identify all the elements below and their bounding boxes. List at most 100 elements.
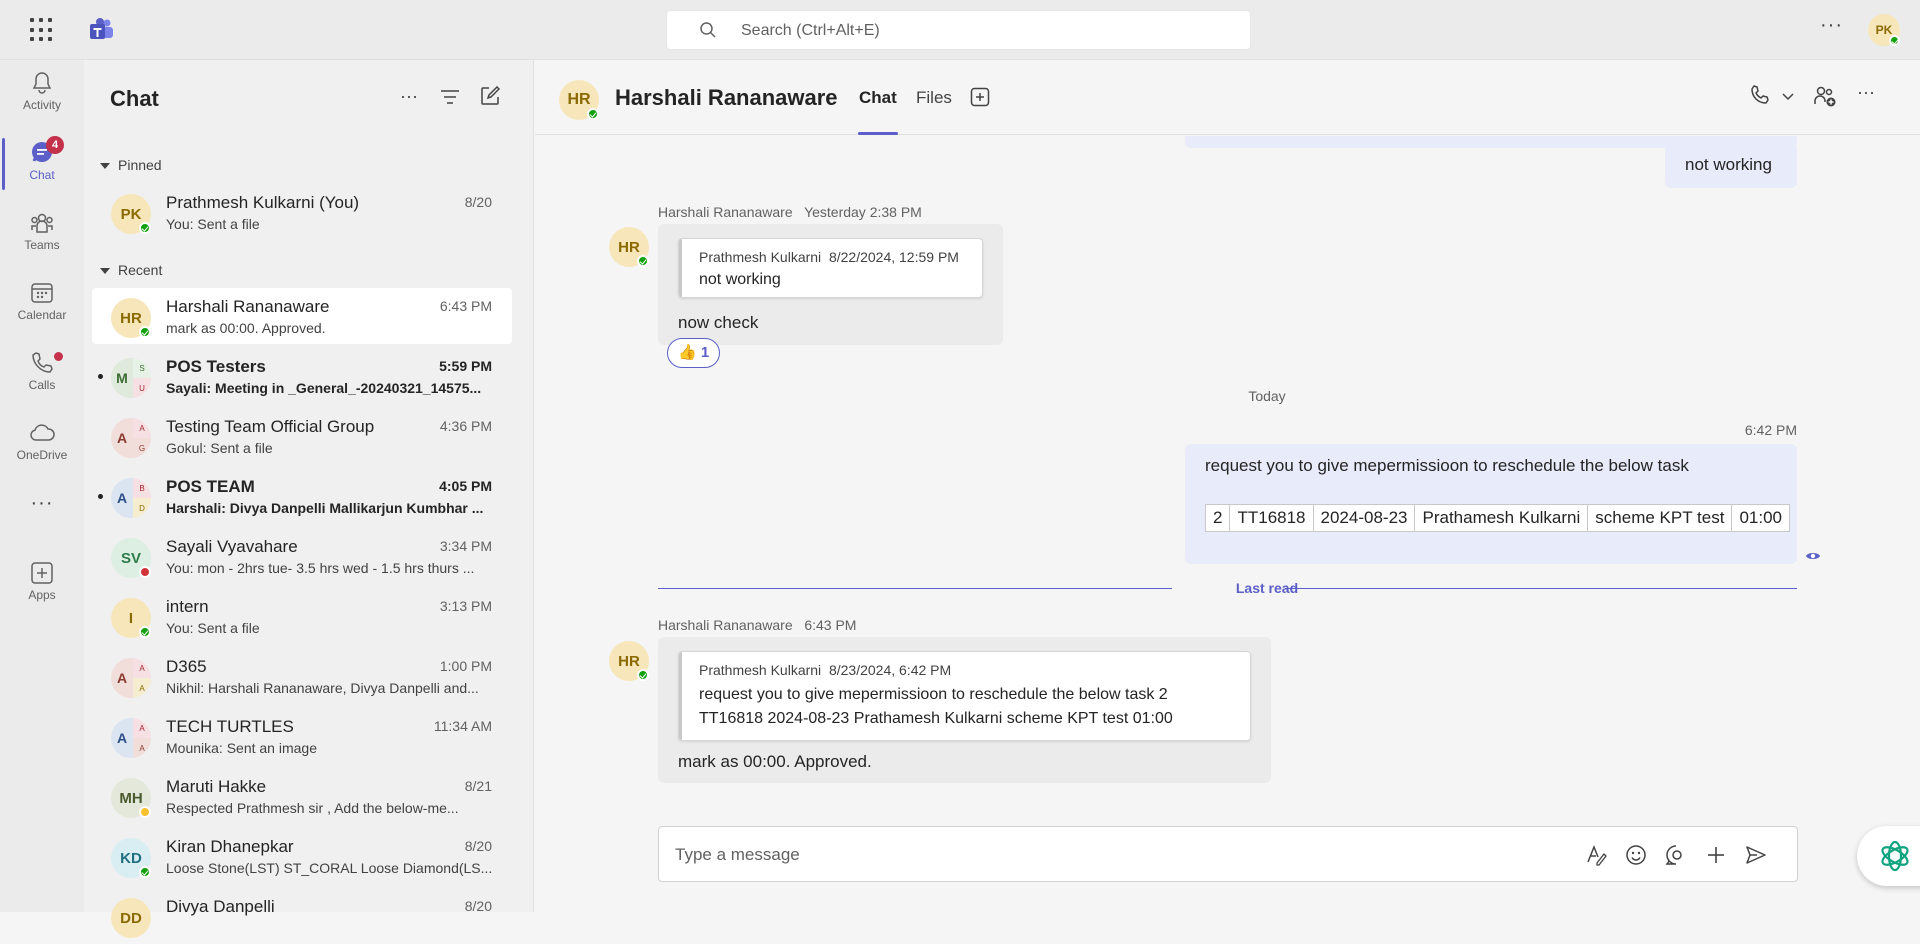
chat-row-pos-team[interactable]: ABD POS TEAM 4:05 PM Harshali: Divya Dan…: [92, 468, 512, 524]
rail-calls[interactable]: Calls: [0, 342, 84, 406]
table-row: 2 TT16818 2024-08-23 Prathamesh Kulkarni…: [1204, 504, 1790, 532]
rail-teams[interactable]: Teams: [0, 202, 84, 266]
chat-list-title: Chat: [110, 86, 159, 111]
app-launcher-icon[interactable]: [30, 18, 54, 42]
my-avatar[interactable]: PK: [1868, 14, 1900, 46]
chevron-down-icon[interactable]: [1781, 92, 1795, 102]
call-icon[interactable]: [1749, 84, 1771, 106]
incoming-message-bubble[interactable]: Prathmesh Kulkarni 8/23/2024, 6:42 PM re…: [658, 637, 1271, 783]
chat-row-kiran[interactable]: KD Kiran Dhanepkar 8/20 Loose Stone(LST)…: [92, 828, 512, 884]
chat-preview: mark as 00:00. Approved.: [166, 320, 326, 336]
copilot-button[interactable]: [1857, 826, 1920, 886]
chat-preview: Harshali: Divya Danpelli Mallikarjun Kum…: [166, 500, 484, 516]
chat-name: Harshali Rananaware: [166, 297, 330, 316]
message-composer[interactable]: Type a message: [658, 826, 1798, 882]
chat-name: Sayali Vyavahare: [166, 537, 298, 556]
reaction-count: 1: [700, 344, 710, 361]
presence-busy-icon: [139, 566, 151, 578]
rail-activity-label: Activity: [22, 98, 61, 112]
emoji-icon[interactable]: [1625, 844, 1647, 866]
table-cell: 01:00: [1731, 504, 1790, 532]
conversation-header: HR Harshali Rananaware Chat Files ···: [535, 60, 1920, 135]
more-options-icon[interactable]: ···: [1857, 82, 1875, 103]
own-message-bubble[interactable]: request you to give mepermissioon to res…: [1185, 444, 1797, 564]
chat-preview: Gokul: Sent a file: [166, 440, 273, 456]
active-tab-indicator: [858, 132, 898, 135]
message-table: 2 TT16818 2024-08-23 Prathamesh Kulkarni…: [1204, 504, 1790, 532]
message-meta: Harshali Rananaware 6:43 PM: [658, 617, 856, 633]
rail-activity[interactable]: Activity: [0, 62, 84, 126]
add-tab-icon[interactable]: [970, 87, 990, 107]
send-icon[interactable]: [1745, 844, 1767, 866]
chat-row-divya[interactable]: DD Divya Danpelli 8/20: [92, 888, 512, 944]
recent-label: Recent: [118, 262, 163, 278]
chat-name: Kiran Dhanepkar: [166, 837, 294, 856]
search-box[interactable]: Search (Ctrl+Alt+E): [666, 10, 1251, 50]
last-read-line-right: [1285, 588, 1797, 589]
format-icon[interactable]: [1585, 844, 1607, 866]
new-chat-icon[interactable]: [480, 86, 500, 106]
avatar: HR: [111, 298, 151, 338]
incoming-message-bubble[interactable]: Prathmesh Kulkarni 8/22/2024, 12:59 PM n…: [658, 224, 1003, 345]
filter-icon[interactable]: [440, 88, 460, 106]
thumbs-up-icon: 👍: [678, 344, 697, 361]
chat-time: 3:34 PM: [439, 538, 492, 554]
quote-text-line2: TT16818 2024-08-23 Prathamesh Kulkarni s…: [699, 710, 1173, 727]
message-meta: Harshali Rananaware Yesterday 2:38 PM: [658, 204, 922, 220]
chat-time: 1:00 PM: [439, 658, 492, 674]
message-time: 6:43 PM: [804, 617, 857, 633]
copilot-icon: [1881, 840, 1909, 872]
chat-row-harshali[interactable]: HR Harshali Rananaware 6:43 PM mark as 0…: [92, 288, 512, 344]
rail-onedrive[interactable]: OneDrive: [0, 412, 84, 476]
chat-row-pinned-self[interactable]: PK Prathmesh Kulkarni (You) 8/20 You: Se…: [92, 184, 512, 240]
tab-chat[interactable]: Chat: [859, 88, 897, 108]
chat-list-more-icon[interactable]: ···: [400, 86, 418, 107]
chat-row-sayali[interactable]: SV Sayali Vyavahare 3:34 PM You: mon - 2…: [92, 528, 512, 584]
recent-section-header[interactable]: Recent: [100, 262, 162, 278]
presence-available-icon: [139, 626, 151, 638]
contact-avatar[interactable]: HR: [559, 80, 599, 120]
composer-placeholder: Type a message: [675, 845, 800, 864]
quoted-message[interactable]: Prathmesh Kulkarni 8/23/2024, 6:42 PM re…: [678, 651, 1251, 741]
sender-avatar[interactable]: HR: [609, 227, 649, 267]
tab-files[interactable]: Files: [916, 88, 952, 108]
chat-row-maruti[interactable]: MH Maruti Hakke 8/21 Respected Prathmesh…: [92, 768, 512, 824]
app-rail: Activity 4 Chat Teams Calendar Calls One…: [0, 60, 84, 912]
avatar: MH: [111, 778, 151, 818]
settings-more-icon[interactable]: ···: [1820, 14, 1843, 37]
unread-dot-icon: [98, 374, 103, 379]
unread-dot-icon: [98, 494, 103, 499]
table-cell: 2024-08-23: [1312, 504, 1416, 532]
presence-available-icon: [139, 222, 151, 234]
rail-more-apps[interactable]: ···: [0, 490, 84, 520]
add-people-icon[interactable]: [1813, 84, 1837, 108]
loop-component-icon[interactable]: [1665, 844, 1687, 866]
rail-calendar-label: Calendar: [17, 308, 67, 322]
contact-name[interactable]: Harshali Rananaware: [615, 85, 838, 111]
message-text: request you to give mepermissioon to res…: [1205, 456, 1689, 475]
chat-row-d365[interactable]: AAA D365 1:00 PM Nikhil: Harshali Ranana…: [92, 648, 512, 704]
rail-apps[interactable]: Apps: [0, 552, 84, 616]
chat-row-pos-testers[interactable]: MSU POS Testers 5:59 PM Sayali: Meeting …: [92, 348, 512, 404]
chat-name: Prathmesh Kulkarni (You): [166, 193, 360, 212]
sender-name: Harshali Rananaware: [658, 617, 793, 633]
reaction-like[interactable]: 👍 1: [667, 338, 721, 368]
chat-time: 8/20: [464, 838, 492, 854]
rail-chat[interactable]: 4 Chat: [0, 132, 84, 196]
search-icon: [700, 22, 716, 38]
add-attachment-icon[interactable]: [1705, 844, 1727, 866]
chat-time: 4:36 PM: [439, 418, 492, 434]
message-text: not working: [1685, 155, 1772, 174]
table-cell: scheme KPT test: [1587, 504, 1733, 532]
chat-preview: Nikhil: Harshali Rananaware, Divya Danpe…: [166, 680, 479, 696]
quoted-message[interactable]: Prathmesh Kulkarni 8/22/2024, 12:59 PM n…: [678, 238, 983, 298]
search-placeholder: Search (Ctrl+Alt+E): [741, 22, 880, 39]
own-message-bubble[interactable]: not working: [1665, 144, 1797, 188]
pinned-section-header[interactable]: Pinned: [100, 157, 162, 173]
chat-name: TECH TURTLES: [166, 717, 294, 736]
rail-calendar[interactable]: Calendar: [0, 272, 84, 336]
chat-row-tech-turtles[interactable]: AAA TECH TURTLES 11:34 AM Mounika: Sent …: [92, 708, 512, 764]
chat-row-testing-team[interactable]: AAG Testing Team Official Group 4:36 PM …: [92, 408, 512, 464]
sender-avatar[interactable]: HR: [609, 641, 649, 681]
chat-row-intern[interactable]: I intern 3:13 PM You: Sent a file: [92, 588, 512, 644]
